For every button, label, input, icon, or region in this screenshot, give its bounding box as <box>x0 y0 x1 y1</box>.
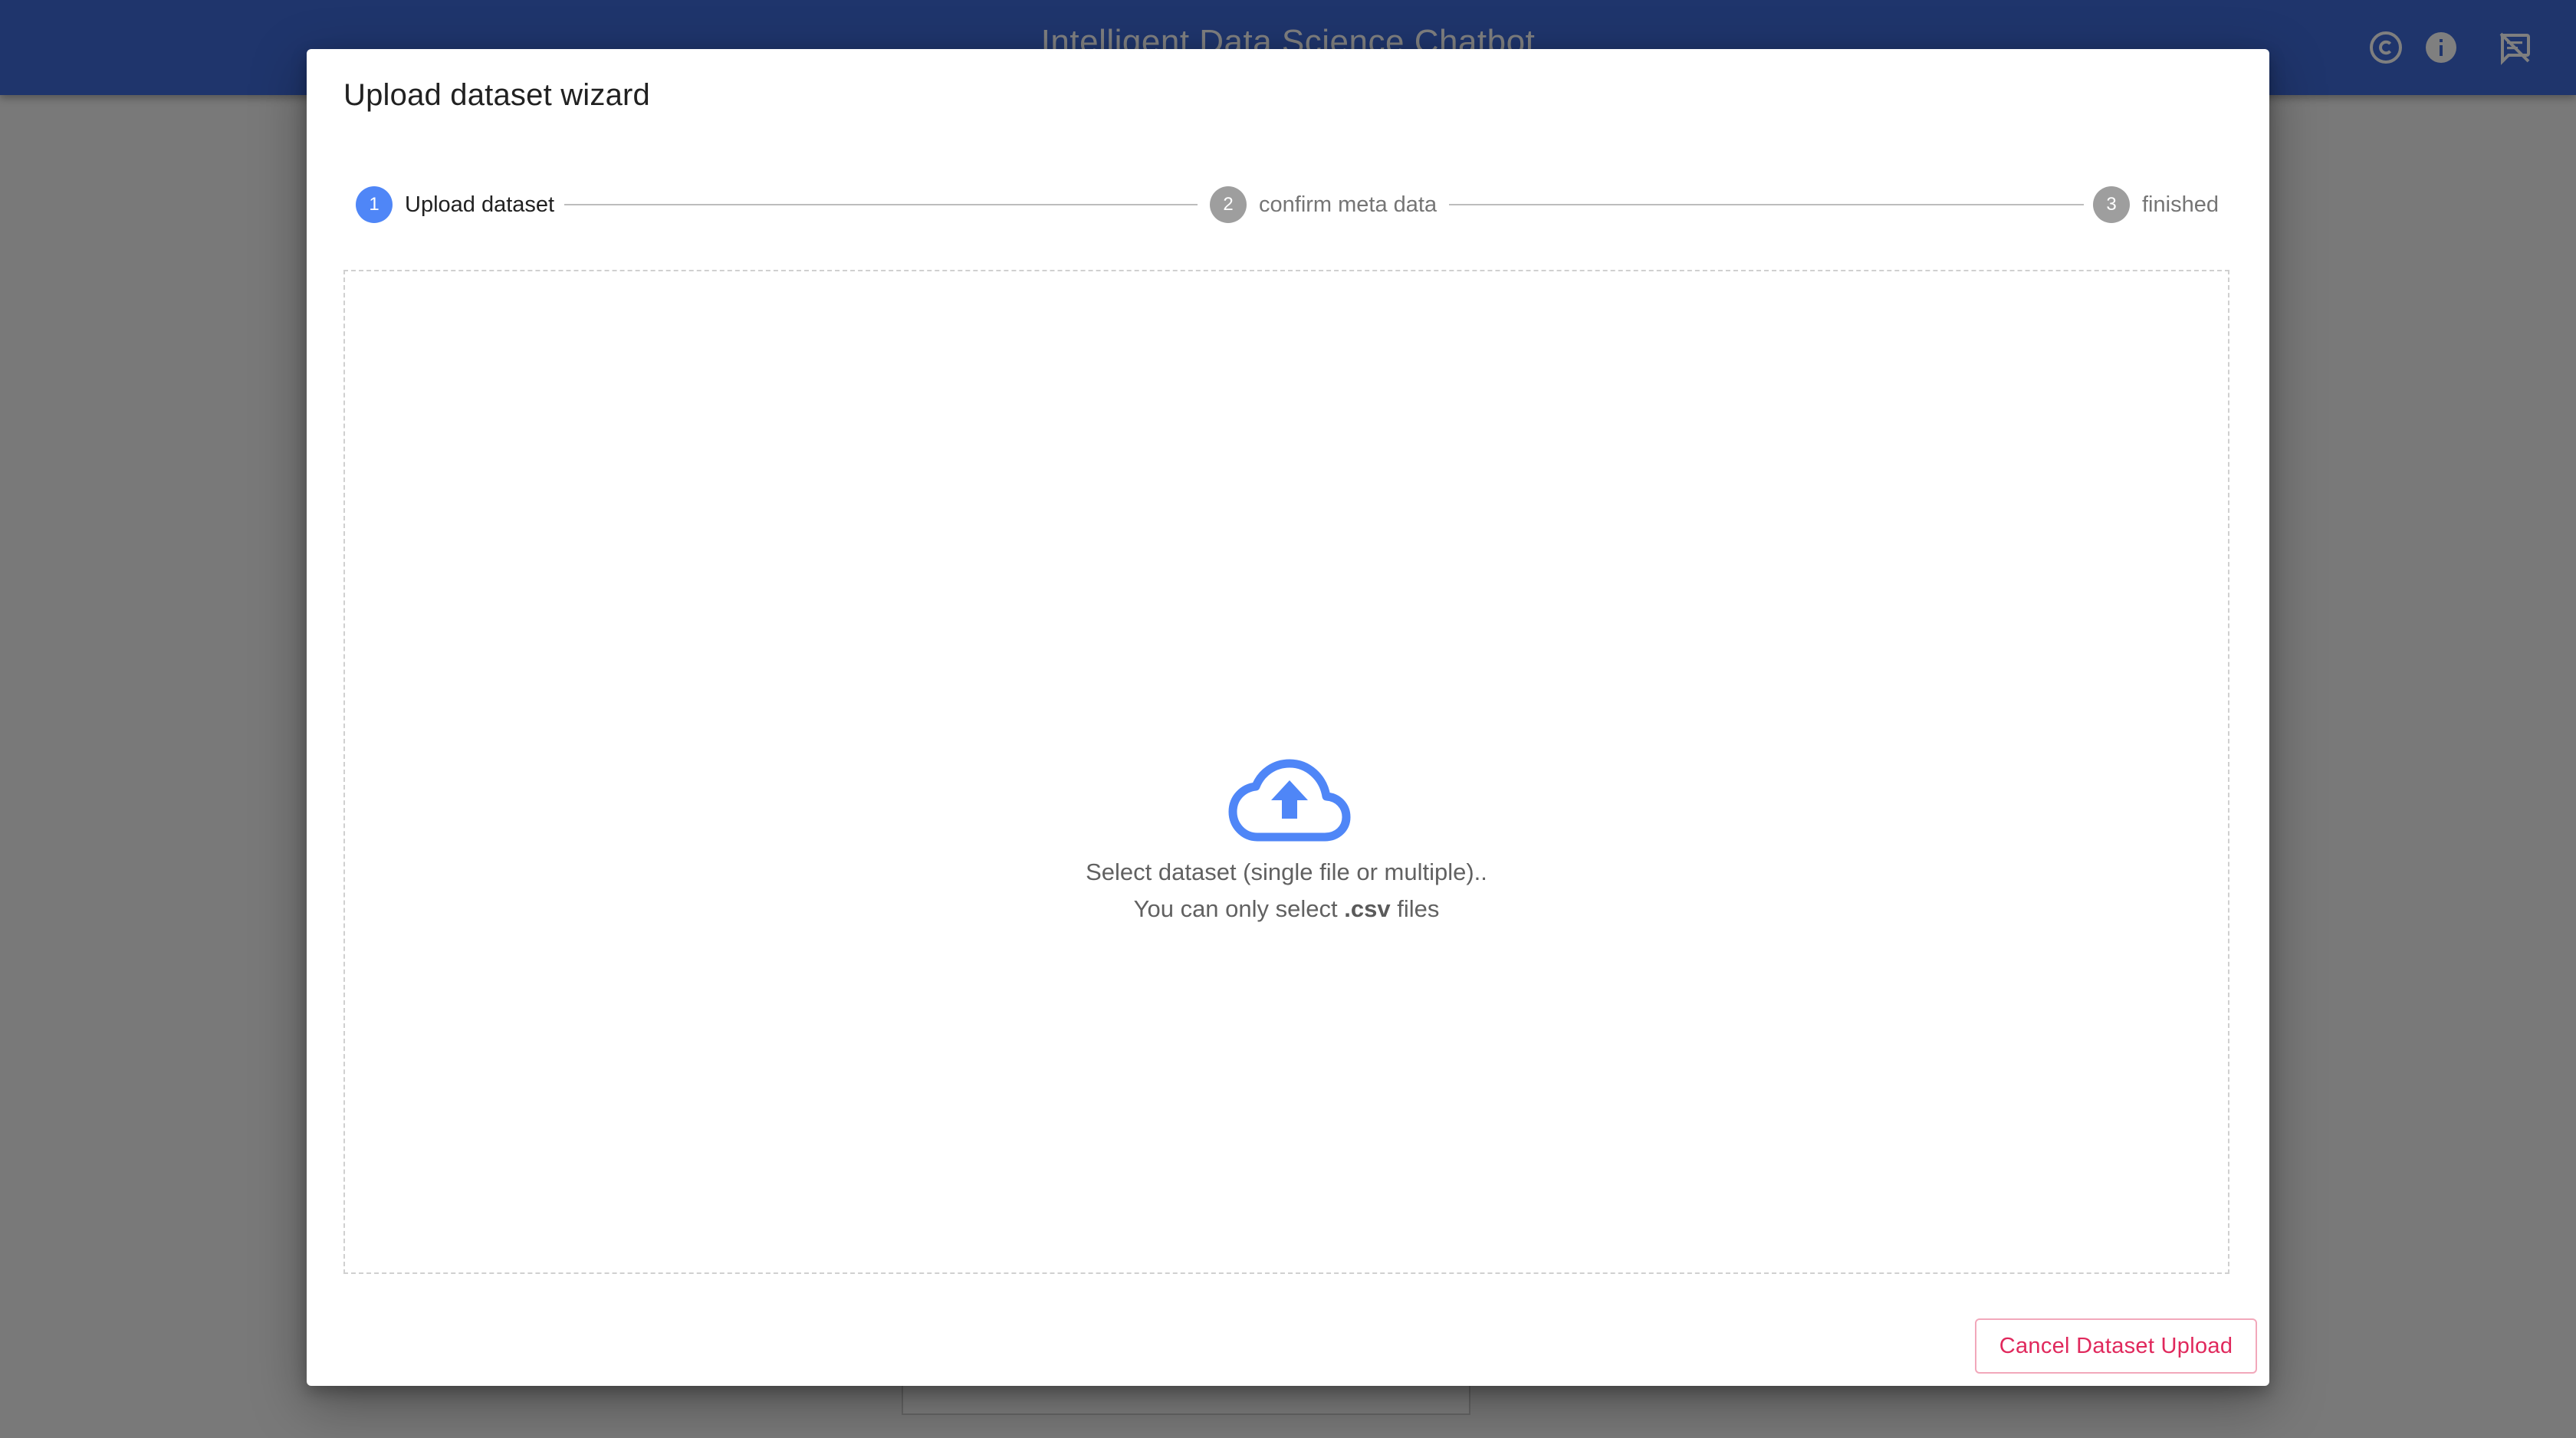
dropzone-file-type-hint: You can only select .csv files <box>345 895 2228 923</box>
wizard-stepper: 1 Upload dataset 2 confirm meta data 3 f… <box>356 184 2220 225</box>
step-number-2: 2 <box>1210 186 1247 223</box>
step-label-confirm-meta-data: confirm meta data <box>1259 192 1438 217</box>
step-label-upload-dataset: Upload dataset <box>405 192 555 217</box>
page: Intelligent Data Science Chatbot Upload … <box>0 0 2576 1438</box>
step-connector-2 <box>1449 204 2084 205</box>
step-upload-dataset: 1 Upload dataset <box>356 184 554 225</box>
dialog-title: Upload dataset wizard <box>343 78 650 112</box>
file-dropzone[interactable]: Select dataset (single file or multiple)… <box>343 270 2229 1274</box>
file-type-hint-suffix: files <box>1390 895 1440 922</box>
file-type-extension: .csv <box>1344 895 1391 922</box>
step-label-finished: finished <box>2142 192 2219 217</box>
dropzone-instruction: Select dataset (single file or multiple)… <box>1086 859 1487 885</box>
step-number-1: 1 <box>356 186 393 223</box>
step-finished: 3 finished <box>2093 184 2219 225</box>
step-number-3: 3 <box>2093 186 2130 223</box>
cloud-upload-icon <box>1228 759 1351 842</box>
cancel-dataset-upload-button[interactable]: Cancel Dataset Upload <box>1975 1318 2257 1374</box>
step-connector-1 <box>564 204 1198 205</box>
step-confirm-meta-data: 2 confirm meta data <box>1210 184 1437 225</box>
file-type-hint-prefix: You can only select <box>1133 895 1345 922</box>
upload-dataset-dialog: Upload dataset wizard 1 Upload dataset 2… <box>307 49 2269 1386</box>
